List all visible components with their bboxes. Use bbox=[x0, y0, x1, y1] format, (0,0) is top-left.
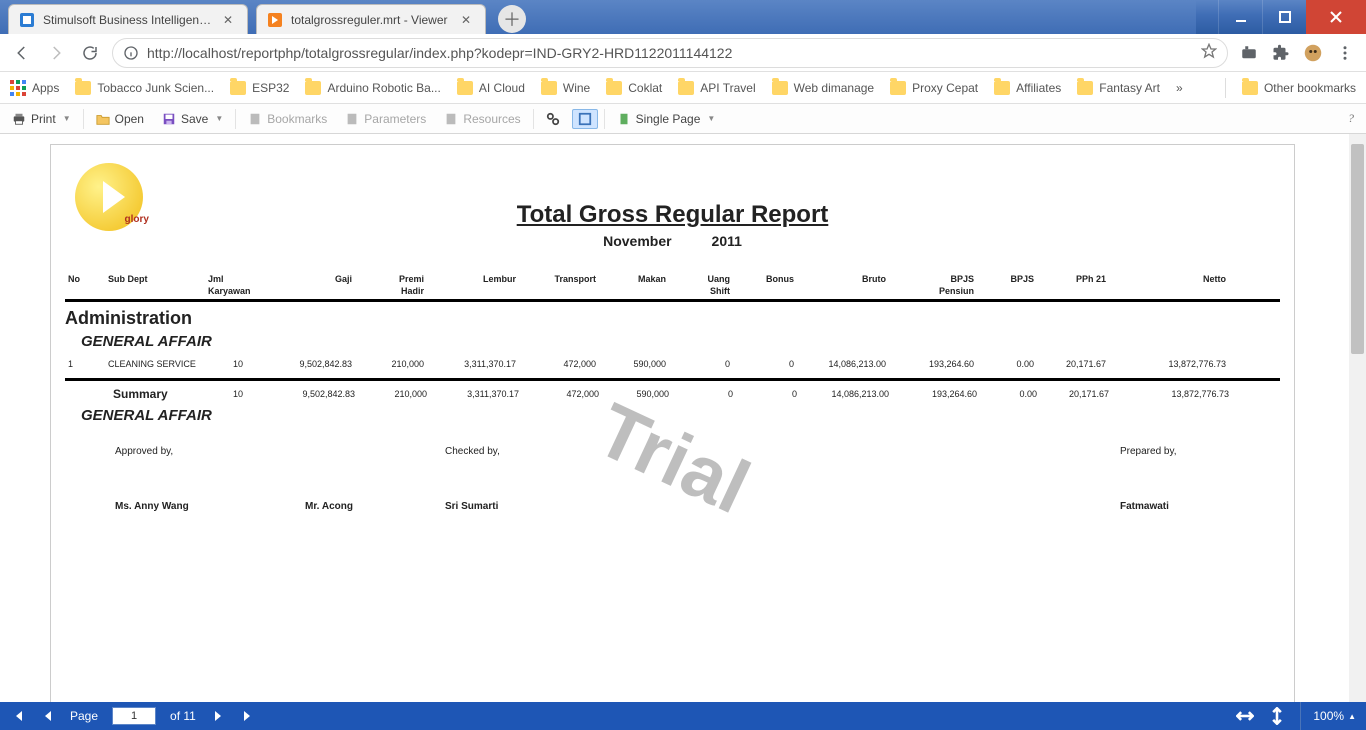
page-input[interactable] bbox=[112, 707, 156, 725]
extension-icon[interactable] bbox=[1238, 42, 1260, 64]
page-label: Page bbox=[70, 709, 98, 723]
section-title: Administration bbox=[65, 308, 1280, 329]
separator bbox=[1225, 78, 1226, 98]
tab-favicon bbox=[19, 12, 35, 28]
folder-icon bbox=[1242, 81, 1258, 95]
bookmarks-button[interactable]: Bookmarks bbox=[242, 109, 333, 129]
tab-close-icon[interactable]: ✕ bbox=[223, 13, 237, 27]
bookmark-item[interactable]: Tobacco Junk Scien... bbox=[75, 81, 214, 95]
profile-avatar[interactable] bbox=[1302, 42, 1324, 64]
parameters-button[interactable]: Parameters bbox=[339, 109, 432, 129]
folder-icon bbox=[1077, 81, 1093, 95]
star-icon[interactable] bbox=[1201, 43, 1217, 62]
bookmark-item[interactable]: Fantasy Art bbox=[1077, 81, 1160, 95]
bookmark-item[interactable]: ESP32 bbox=[230, 81, 289, 95]
report-title: Total Gross Regular Report bbox=[65, 201, 1280, 229]
bookmark-label: Apps bbox=[32, 81, 59, 95]
folder-icon bbox=[772, 81, 788, 95]
next-page-button[interactable] bbox=[210, 708, 226, 724]
extensions-puzzle-icon[interactable] bbox=[1270, 42, 1292, 64]
report-viewport: glory Total Gross Regular Report Novembe… bbox=[0, 134, 1366, 702]
resources-button[interactable]: Resources bbox=[438, 109, 526, 129]
zoom-menu[interactable]: 100%▲ bbox=[1300, 702, 1356, 730]
prev-page-button[interactable] bbox=[40, 708, 56, 724]
window-minimize-button[interactable] bbox=[1218, 0, 1262, 34]
bookmarks-bar: Apps Tobacco Junk Scien... ESP32 Arduino… bbox=[0, 72, 1366, 104]
fit-width-button[interactable] bbox=[1236, 707, 1254, 725]
pager-bar: Page of 11 100%▲ bbox=[0, 702, 1366, 730]
scrollbar-thumb[interactable] bbox=[1351, 144, 1364, 354]
single-page-button[interactable]: Single Page▼ bbox=[611, 109, 722, 129]
save-button[interactable]: Save▼ bbox=[156, 109, 229, 129]
summary-row: Summary 10 9,502,842.83 210,000 3,311,37… bbox=[65, 381, 1280, 407]
reload-button[interactable] bbox=[78, 41, 102, 65]
window-maximize-button[interactable] bbox=[1262, 0, 1306, 34]
tab-title: Stimulsoft Business Intelligence S bbox=[43, 13, 217, 27]
bookmark-other[interactable]: Other bookmarks bbox=[1242, 81, 1356, 95]
last-page-button[interactable] bbox=[240, 708, 256, 724]
folder-icon bbox=[678, 81, 694, 95]
omnibox[interactable]: http://localhost/reportphp/totalgrossreg… bbox=[112, 38, 1228, 68]
print-button[interactable]: Print▼ bbox=[6, 109, 77, 129]
folder-icon bbox=[541, 81, 557, 95]
report-subtitle: November2011 bbox=[65, 233, 1280, 249]
first-page-button[interactable] bbox=[10, 708, 26, 724]
find-button[interactable] bbox=[540, 109, 566, 129]
folder-icon bbox=[75, 81, 91, 95]
apps-grid-icon bbox=[10, 80, 26, 96]
bookmark-item[interactable]: Wine bbox=[541, 81, 590, 95]
report-page: glory Total Gross Regular Report Novembe… bbox=[50, 144, 1295, 702]
bookmark-item[interactable]: Web dimanage bbox=[772, 81, 875, 95]
folder-icon bbox=[994, 81, 1010, 95]
url-text: http://localhost/reportphp/totalgrossreg… bbox=[147, 45, 1201, 61]
dept-title: GENERAL AFFAIR bbox=[81, 333, 1280, 350]
browser-tab[interactable]: Stimulsoft Business Intelligence S ✕ bbox=[8, 4, 248, 34]
vertical-scrollbar[interactable] bbox=[1349, 134, 1366, 702]
folder-icon bbox=[890, 81, 906, 95]
folder-icon bbox=[457, 81, 473, 95]
tab-title: totalgrossreguler.mrt - Viewer bbox=[291, 13, 455, 27]
bookmark-overflow[interactable]: » bbox=[1176, 81, 1183, 95]
folder-icon bbox=[230, 81, 246, 95]
forward-button[interactable] bbox=[44, 41, 68, 65]
fit-height-button[interactable] bbox=[1268, 707, 1286, 725]
tab-close-icon[interactable]: ✕ bbox=[461, 13, 475, 27]
viewer-toolbar: Print▼ Open Save▼ Bookmarks Parameters R… bbox=[0, 104, 1366, 134]
site-info-icon[interactable] bbox=[123, 45, 139, 61]
address-bar: http://localhost/reportphp/totalgrossreg… bbox=[0, 34, 1366, 72]
folder-icon bbox=[606, 81, 622, 95]
page-count: of 11 bbox=[170, 709, 196, 723]
open-button[interactable]: Open bbox=[90, 109, 150, 129]
back-button[interactable] bbox=[10, 41, 34, 65]
window-close-button[interactable] bbox=[1306, 0, 1366, 34]
bookmark-item[interactable]: AI Cloud bbox=[457, 81, 525, 95]
bookmark-apps[interactable]: Apps bbox=[10, 80, 59, 96]
new-tab-button[interactable]: ＋ bbox=[498, 5, 526, 33]
folder-icon bbox=[305, 81, 321, 95]
help-button[interactable]: ? bbox=[1342, 111, 1360, 126]
data-row: 1 CLEANING SERVICE 10 9,502,842.83 210,0… bbox=[65, 350, 1280, 376]
browser-menu-icon[interactable] bbox=[1334, 42, 1356, 64]
bookmark-item[interactable]: Proxy Cepat bbox=[890, 81, 978, 95]
dept-title-2: GENERAL AFFAIR bbox=[81, 407, 1280, 424]
signatures: Approved by,Ms. Anny Wang Mr. Acong Chec… bbox=[65, 446, 1280, 512]
bookmark-item[interactable]: Affiliates bbox=[994, 81, 1061, 95]
company-logo: glory bbox=[75, 163, 143, 231]
tab-favicon bbox=[267, 12, 283, 28]
browser-tab-active[interactable]: totalgrossreguler.mrt - Viewer ✕ bbox=[256, 4, 486, 34]
bookmark-item[interactable]: Coklat bbox=[606, 81, 662, 95]
bookmark-item[interactable]: API Travel bbox=[678, 81, 755, 95]
bookmark-item[interactable]: Arduino Robotic Ba... bbox=[305, 81, 440, 95]
fullscreen-button[interactable] bbox=[572, 109, 598, 129]
table-header: No Sub Dept Jml Gaji Premi Lembur Transp… bbox=[65, 273, 1280, 302]
window-titlebar: Stimulsoft Business Intelligence S ✕ tot… bbox=[0, 0, 1366, 34]
